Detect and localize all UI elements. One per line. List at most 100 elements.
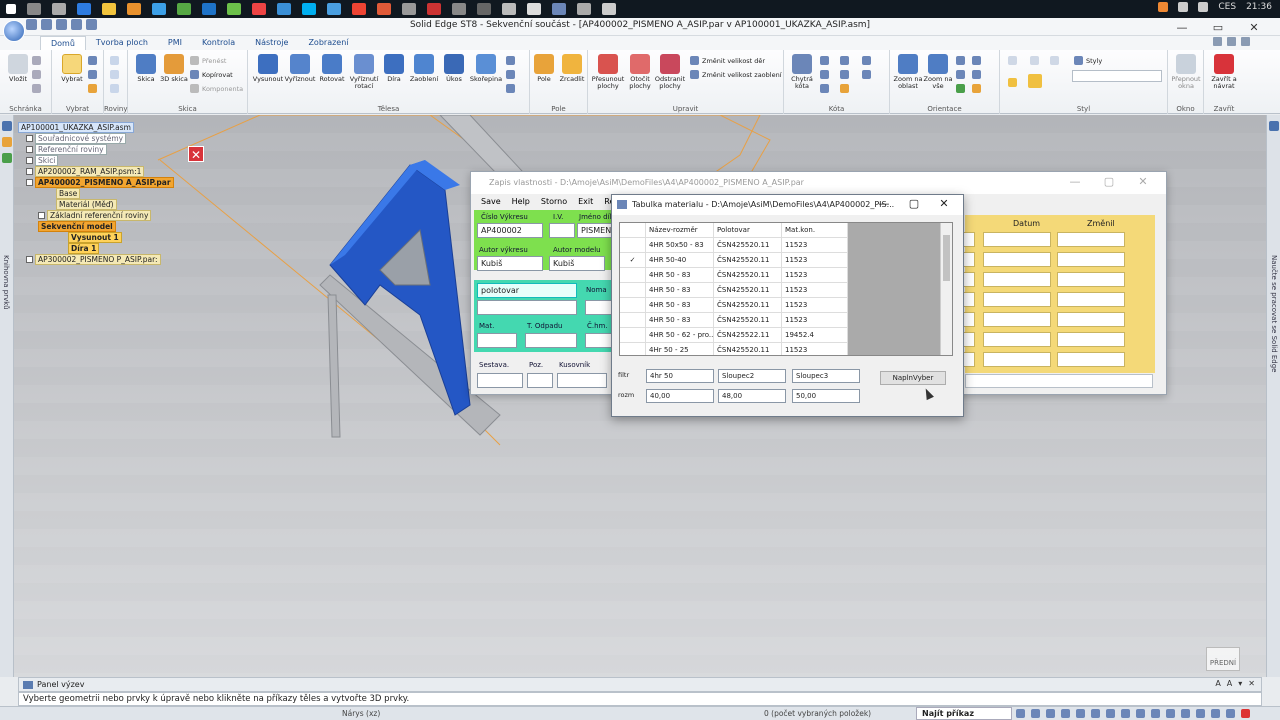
jmeno-dilu-input[interactable]: PISMEN xyxy=(577,223,613,238)
tree-node[interactable]: Sekvenční model xyxy=(38,221,116,232)
paste-button[interactable]: Vložit xyxy=(0,54,36,83)
close-button[interactable]: ✕ xyxy=(929,197,959,210)
settings-icon[interactable] xyxy=(1227,37,1236,46)
close-button[interactable]: ✕ xyxy=(1126,175,1160,188)
table-cell[interactable]: 11523 xyxy=(782,253,848,268)
feature-option[interactable] xyxy=(506,56,515,65)
style-dropdown[interactable] xyxy=(1072,70,1162,82)
revision-cell[interactable] xyxy=(1057,252,1125,267)
tab-pmi[interactable]: PMI xyxy=(158,36,192,50)
table-cell[interactable]: 11523 xyxy=(782,343,848,355)
maximize-button[interactable]: ▢ xyxy=(1092,175,1126,188)
polotovar-input[interactable]: polotovar xyxy=(477,283,577,298)
plane-button[interactable] xyxy=(110,56,119,65)
table-row[interactable]: 4HR 50 - 83 ČSN425520.11 11523 xyxy=(620,268,848,283)
copy-sketch-button[interactable]: Kopírovat xyxy=(190,70,233,79)
revision-cell[interactable] xyxy=(983,292,1051,307)
view-option[interactable] xyxy=(972,56,981,65)
learning-label[interactable]: Naučte se pracovat se Solid Edge xyxy=(1270,255,1278,373)
poz-input[interactable] xyxy=(527,373,553,388)
draft-button[interactable]: Úkos xyxy=(436,54,472,83)
revision-cell[interactable] xyxy=(1057,232,1125,247)
filter-input-2[interactable]: Sloupec2 xyxy=(718,369,786,383)
chrome-icon[interactable] xyxy=(252,3,266,15)
start-icon[interactable] xyxy=(6,4,16,14)
rozm-input-2[interactable]: 48,00 xyxy=(718,389,786,403)
store-icon[interactable] xyxy=(77,3,91,15)
close-sequential-icon[interactable]: ✕ xyxy=(188,146,204,162)
view-style-icon[interactable] xyxy=(1121,709,1130,718)
table-row[interactable]: 4HR 50 - 83 ČSN425520.11 11523 xyxy=(620,313,848,328)
search-icon[interactable] xyxy=(27,3,41,15)
view-orientation-label[interactable]: PŘEDNÍ xyxy=(1206,647,1240,671)
app-icon[interactable] xyxy=(402,3,416,15)
dimension-option[interactable] xyxy=(840,70,849,79)
revision-cell[interactable] xyxy=(983,272,1051,287)
row-selector[interactable] xyxy=(620,298,646,313)
tree-node[interactable]: AP200002_RAM_ASIP.psm:1 xyxy=(26,166,145,177)
table-cell[interactable]: ČSN425520.11 xyxy=(714,313,782,328)
table-cell[interactable]: 19452.4 xyxy=(782,328,848,343)
checkbox[interactable] xyxy=(26,146,33,153)
transfer-button[interactable]: Přenést xyxy=(190,56,226,65)
view-option[interactable] xyxy=(956,84,965,93)
table-cell[interactable]: 11523 xyxy=(782,268,848,283)
polotovar-detail-input[interactable] xyxy=(477,300,577,315)
table-cell[interactable]: ČSN425520.11 xyxy=(714,253,782,268)
tab-nastroje[interactable]: Nástroje xyxy=(245,36,298,50)
extrude-button[interactable]: Vysunout xyxy=(250,54,286,83)
filter-input-3[interactable]: Sloupec3 xyxy=(792,369,860,383)
autor-vykresu-input[interactable]: Kubiš xyxy=(477,256,543,271)
table-cell[interactable]: 11523 xyxy=(782,283,848,298)
pan-icon[interactable] xyxy=(1046,709,1055,718)
sestava-input[interactable] xyxy=(477,373,523,388)
close-and-return-button[interactable]: Zavřít a návrat xyxy=(1206,54,1242,90)
row-selector[interactable] xyxy=(620,283,646,298)
revision-cell[interactable] xyxy=(1057,292,1125,307)
panel-option-button[interactable]: A xyxy=(1227,679,1232,688)
view-option[interactable] xyxy=(972,70,981,79)
row-selector[interactable] xyxy=(620,268,646,283)
tree-node[interactable]: Materiál (Měď) xyxy=(56,199,117,210)
autor-modelu-input[interactable]: Kubiš xyxy=(549,256,605,271)
revision-cell[interactable] xyxy=(983,312,1051,327)
feature-option[interactable] xyxy=(506,70,515,79)
styles-button[interactable]: Styly xyxy=(1074,56,1102,65)
fit-icon[interactable] xyxy=(1031,709,1040,718)
delete-faces-button[interactable]: Odstranit plochy xyxy=(652,54,688,90)
checkbox[interactable] xyxy=(38,212,45,219)
table-cell[interactable]: ČSN425520.11 xyxy=(714,268,782,283)
ie-icon[interactable] xyxy=(202,3,216,15)
smart-dimension-button[interactable]: Chytrá kóta xyxy=(784,54,820,90)
zoom-all-button[interactable]: Zoom na vše xyxy=(920,54,956,90)
switch-windows-button[interactable]: Přepnout okna xyxy=(1168,54,1204,90)
display-option-icon[interactable] xyxy=(1181,709,1190,718)
skype-icon[interactable] xyxy=(302,3,316,15)
checkbox[interactable] xyxy=(26,135,33,142)
app-icon[interactable] xyxy=(352,3,366,15)
select-option[interactable] xyxy=(88,56,97,65)
tree-node[interactable]: AP300002_PISMENO P_ASIP.par: xyxy=(26,254,161,265)
dimension-option[interactable] xyxy=(840,56,849,65)
checkbox[interactable] xyxy=(26,179,33,186)
table-row[interactable]: 4HR 50 - 62 - pro... ČSN425522.11 19452.4 xyxy=(620,328,848,343)
text-option[interactable] xyxy=(862,70,871,79)
column-header[interactable]: Mat.kon. xyxy=(782,223,848,238)
menu-save[interactable]: Save xyxy=(481,197,501,207)
table-cell[interactable]: 4HR 50 - 83 xyxy=(646,298,714,313)
app-icon[interactable] xyxy=(477,3,491,15)
volume-icon[interactable] xyxy=(1198,2,1209,12)
copy-button[interactable] xyxy=(32,70,41,79)
cut-button[interactable] xyxy=(32,56,41,65)
panel-pin-icon[interactable]: ▾ xyxy=(1238,679,1242,688)
minimize-button[interactable]: — xyxy=(869,197,899,210)
close-button[interactable]: ✕ xyxy=(1236,18,1272,36)
display-icon[interactable] xyxy=(1106,709,1115,718)
notification-icon[interactable] xyxy=(1158,2,1169,12)
component-button[interactable]: Komponenta xyxy=(190,84,243,93)
text-option[interactable] xyxy=(862,56,871,65)
app-icon[interactable] xyxy=(502,3,516,15)
layer-icon[interactable] xyxy=(2,153,12,163)
view-option[interactable] xyxy=(956,70,965,79)
library-icon[interactable] xyxy=(2,121,12,131)
